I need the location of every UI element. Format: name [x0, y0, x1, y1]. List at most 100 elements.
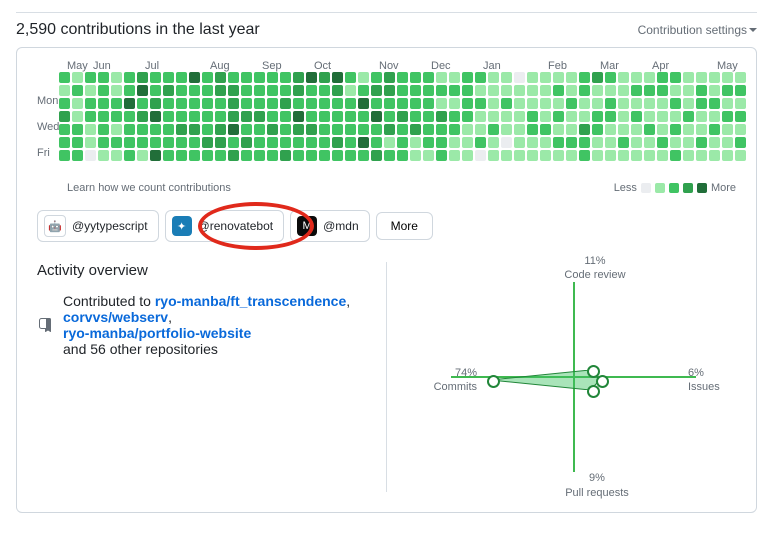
contrib-cell[interactable]	[605, 72, 616, 83]
contrib-cell[interactable]	[618, 85, 629, 96]
contrib-cell[interactable]	[85, 85, 96, 96]
contrib-cell[interactable]	[540, 137, 551, 148]
contrib-cell[interactable]	[163, 72, 174, 83]
contrib-cell[interactable]	[306, 124, 317, 135]
contrib-cell[interactable]	[410, 124, 421, 135]
contrib-cell[interactable]	[332, 111, 343, 122]
contrib-cell[interactable]	[72, 124, 83, 135]
contrib-cell[interactable]	[475, 72, 486, 83]
contrib-cell[interactable]	[293, 137, 304, 148]
contrib-cell[interactable]	[462, 111, 473, 122]
contrib-cell[interactable]	[449, 85, 460, 96]
contrib-cell[interactable]	[202, 98, 213, 109]
contrib-cell[interactable]	[319, 72, 330, 83]
contrib-cell[interactable]	[163, 124, 174, 135]
contrib-cell[interactable]	[85, 124, 96, 135]
contrib-cell[interactable]	[722, 137, 733, 148]
contrib-cell[interactable]	[475, 85, 486, 96]
contrib-cell[interactable]	[241, 137, 252, 148]
contrib-cell[interactable]	[150, 150, 161, 161]
contrib-cell[interactable]	[722, 150, 733, 161]
contrib-cell[interactable]	[137, 98, 148, 109]
contrib-cell[interactable]	[176, 85, 187, 96]
contrib-cell[interactable]	[254, 72, 265, 83]
contrib-cell[interactable]	[98, 137, 109, 148]
contrib-cell[interactable]	[202, 72, 213, 83]
contrib-cell[interactable]	[384, 98, 395, 109]
contrib-cell[interactable]	[696, 72, 707, 83]
contrib-cell[interactable]	[592, 85, 603, 96]
contrib-cell[interactable]	[306, 137, 317, 148]
contrib-cell[interactable]	[709, 72, 720, 83]
contrib-cell[interactable]	[410, 111, 421, 122]
contrib-cell[interactable]	[176, 111, 187, 122]
contrib-cell[interactable]	[85, 111, 96, 122]
contrib-cell[interactable]	[618, 137, 629, 148]
contrib-cell[interactable]	[579, 85, 590, 96]
contrib-cell[interactable]	[501, 124, 512, 135]
contrib-cell[interactable]	[332, 98, 343, 109]
contrib-cell[interactable]	[514, 137, 525, 148]
contrib-cell[interactable]	[566, 137, 577, 148]
contrib-cell[interactable]	[176, 72, 187, 83]
contrib-cell[interactable]	[267, 137, 278, 148]
contrib-cell[interactable]	[124, 85, 135, 96]
contrib-cell[interactable]	[332, 124, 343, 135]
contrib-cell[interactable]	[735, 150, 746, 161]
contrib-cell[interactable]	[72, 111, 83, 122]
contrib-cell[interactable]	[644, 111, 655, 122]
contrib-cell[interactable]	[696, 150, 707, 161]
contrib-cell[interactable]	[592, 72, 603, 83]
contrib-cell[interactable]	[241, 98, 252, 109]
contrib-cell[interactable]	[371, 85, 382, 96]
contrib-cell[interactable]	[202, 124, 213, 135]
contrib-cell[interactable]	[449, 137, 460, 148]
contrib-cell[interactable]	[527, 72, 538, 83]
contrib-cell[interactable]	[189, 150, 200, 161]
contrib-cell[interactable]	[306, 150, 317, 161]
contrib-cell[interactable]	[215, 85, 226, 96]
contrib-cell[interactable]	[98, 124, 109, 135]
contrib-cell[interactable]	[462, 85, 473, 96]
contrib-cell[interactable]	[98, 111, 109, 122]
contrib-cell[interactable]	[267, 98, 278, 109]
contrib-cell[interactable]	[553, 85, 564, 96]
contrib-cell[interactable]	[215, 72, 226, 83]
contrib-cell[interactable]	[358, 98, 369, 109]
contrib-cell[interactable]	[189, 85, 200, 96]
contribution-settings-dropdown[interactable]: Contribution settings	[638, 23, 757, 37]
contrib-cell[interactable]	[59, 137, 70, 148]
contrib-cell[interactable]	[111, 137, 122, 148]
contrib-cell[interactable]	[566, 124, 577, 135]
contrib-cell[interactable]	[475, 111, 486, 122]
contrib-cell[interactable]	[215, 111, 226, 122]
repo-link[interactable]: corvvs/webserv	[63, 309, 168, 325]
contrib-cell[interactable]	[137, 124, 148, 135]
contrib-cell[interactable]	[644, 72, 655, 83]
contrib-cell[interactable]	[423, 98, 434, 109]
contrib-cell[interactable]	[332, 85, 343, 96]
contrib-cell[interactable]	[228, 150, 239, 161]
contrib-cell[interactable]	[163, 111, 174, 122]
contrib-cell[interactable]	[345, 150, 356, 161]
contrib-cell[interactable]	[657, 137, 668, 148]
contrib-cell[interactable]	[280, 72, 291, 83]
contrib-cell[interactable]	[358, 137, 369, 148]
contrib-cell[interactable]	[98, 72, 109, 83]
contrib-cell[interactable]	[618, 72, 629, 83]
contrib-cell[interactable]	[592, 111, 603, 122]
contrib-cell[interactable]	[267, 124, 278, 135]
contrib-cell[interactable]	[540, 72, 551, 83]
contrib-cell[interactable]	[215, 150, 226, 161]
repo-link[interactable]: ryo-manba/portfolio-website	[63, 325, 251, 341]
contrib-cell[interactable]	[280, 98, 291, 109]
contrib-cell[interactable]	[683, 72, 694, 83]
contrib-cell[interactable]	[98, 150, 109, 161]
contrib-cell[interactable]	[501, 98, 512, 109]
contrib-cell[interactable]	[345, 111, 356, 122]
contrib-cell[interactable]	[345, 98, 356, 109]
contrib-cell[interactable]	[72, 85, 83, 96]
contrib-cell[interactable]	[696, 98, 707, 109]
contrib-cell[interactable]	[280, 124, 291, 135]
org-chip[interactable]: M@mdn	[290, 210, 370, 242]
